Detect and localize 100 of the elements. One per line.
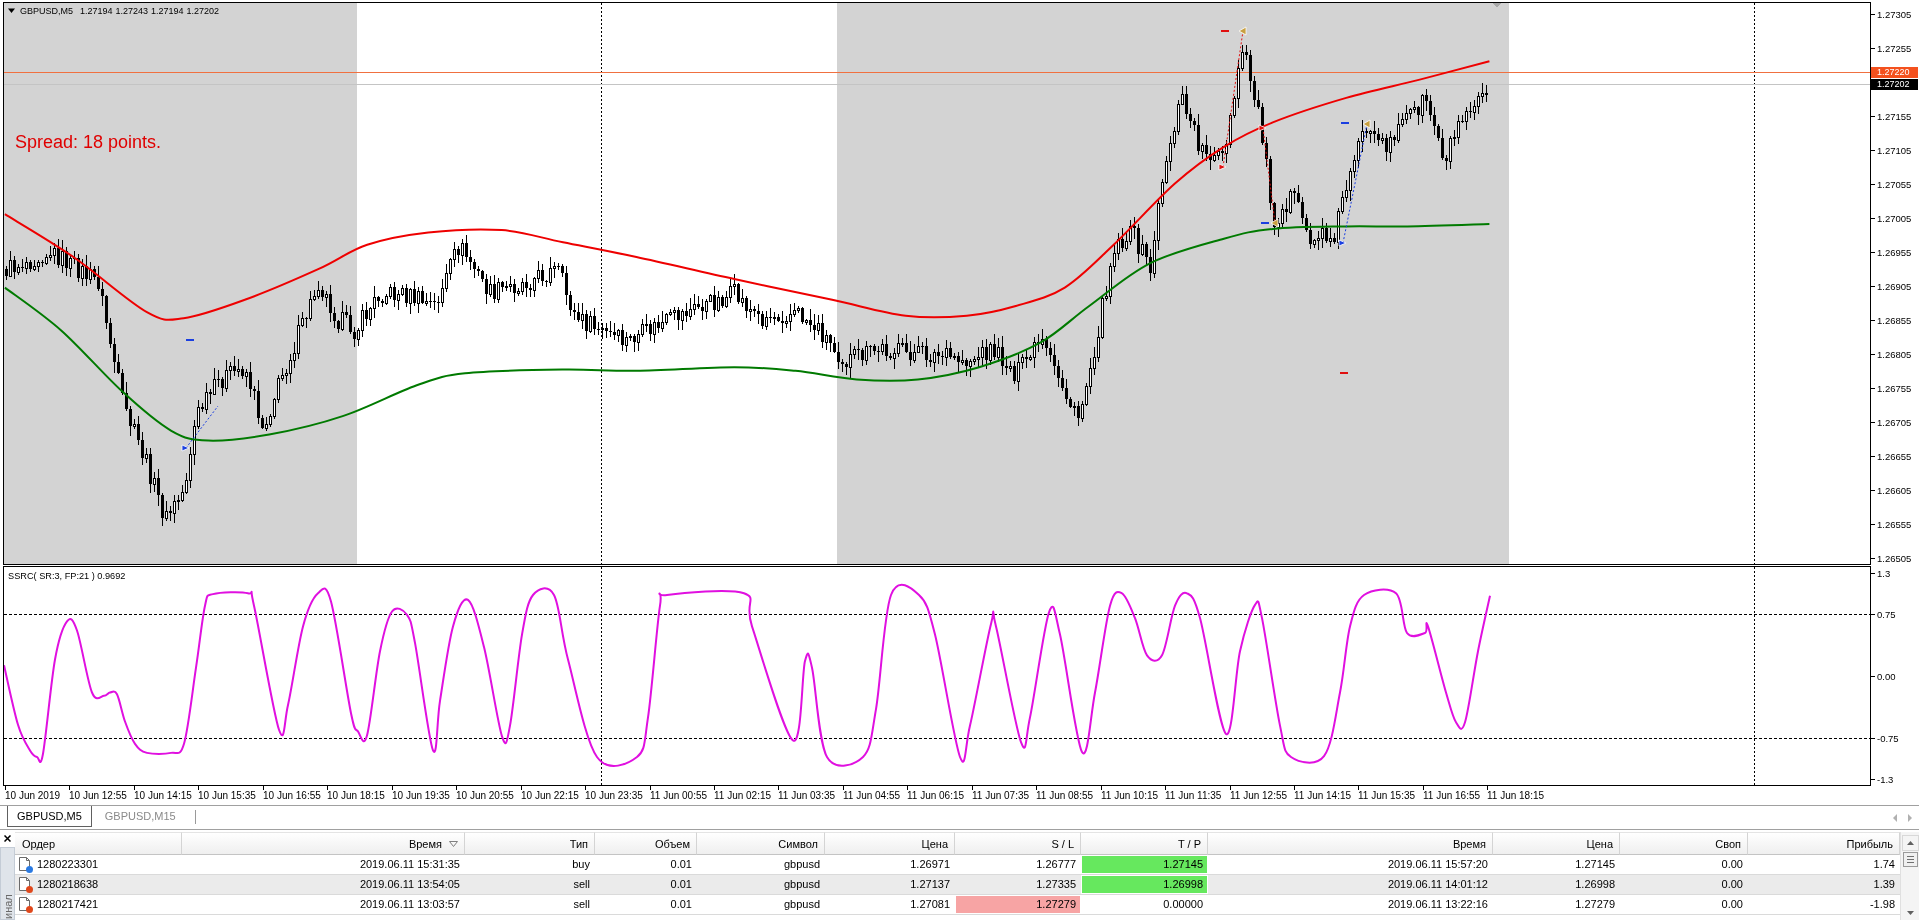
indicator-axis-label: 0.00	[1877, 670, 1896, 682]
level-mark	[1340, 372, 1348, 374]
entry-arrow-icon	[1338, 239, 1347, 247]
column-header[interactable]: Цена	[1493, 832, 1620, 855]
close-icon[interactable]	[4, 835, 11, 842]
chart-tab[interactable]: GBPUSD,M5	[7, 806, 92, 827]
price-axis-label: 1.26755	[1877, 382, 1912, 394]
time-axis-label: 11 Jun 03:35	[778, 790, 836, 801]
ohlc-value: 1.27202	[186, 5, 220, 16]
table-cell: 1.27145	[1081, 855, 1208, 874]
table-cell-text: sell	[572, 877, 591, 892]
column-header[interactable]: T / P	[1081, 832, 1208, 855]
table-cell-text: 2019.06.11 15:31:35	[358, 857, 461, 872]
column-header[interactable]: Время	[1208, 832, 1493, 855]
time-axis-label: 11 Jun 15:35	[1358, 790, 1416, 801]
time-axis-label: 11 Jun 16:55	[1423, 790, 1481, 801]
time-axis-label: 11 Jun 00:55	[650, 790, 708, 801]
chart-tab[interactable]: GBPUSD,M15	[94, 806, 186, 827]
time-axis-label: 11 Jun 04:55	[843, 790, 901, 801]
sort-icon	[449, 840, 458, 847]
price-axis-label: 1.27105	[1877, 144, 1912, 156]
time-axis-label: 10 Jun 22:15	[521, 790, 579, 801]
price-axis-label: 1.26805	[1877, 348, 1912, 360]
table-cell-text: buy	[571, 857, 591, 872]
table-cell-text: sell	[572, 897, 591, 912]
entry-arrow-icon	[181, 444, 190, 452]
table-cell-text: 2019.06.11 13:03:57	[358, 897, 461, 912]
table-cell-text: 2019.06.11 13:22:16	[1386, 897, 1489, 912]
table-cell-text: 1280218638	[37, 877, 99, 892]
time-axis-label: 10 Jun 20:55	[456, 790, 514, 801]
table-cell-text: 1.74	[1872, 857, 1896, 872]
table-cell-text: 1.26777	[1035, 857, 1077, 872]
time-axis-label: 10 Jun 23:35	[585, 790, 643, 801]
shift-marker-icon	[1493, 3, 1501, 8]
price-tag: 1.27220	[1871, 66, 1918, 78]
status-dot-icon	[26, 865, 33, 873]
entry-arrow-icon	[1258, 124, 1267, 132]
table-cell-text: 0.00	[1720, 877, 1744, 892]
time-axis-label: 11 Jun 07:35	[972, 790, 1030, 801]
price-axis-label: 1.27255	[1877, 42, 1912, 54]
time-axis-label: 10 Jun 2019	[5, 790, 61, 801]
time-axis-label: 11 Jun 14:15	[1294, 790, 1352, 801]
time-axis-label: 11 Jun 12:55	[1230, 790, 1288, 801]
table-cell-text: gbpusd	[782, 877, 821, 892]
time-axis-label: 11 Jun 10:15	[1101, 790, 1159, 801]
column-header[interactable]: Своп	[1620, 832, 1748, 855]
exit-arrow-icon	[1270, 218, 1279, 228]
table-cell-text: gbpusd	[782, 897, 821, 912]
column-header[interactable]: S / L	[955, 832, 1081, 855]
spread-label: Spread: 18 points.	[15, 132, 162, 152]
time-axis-label: 10 Jun 18:15	[327, 790, 385, 801]
table-cell-text: 1.27137	[909, 877, 951, 892]
column-header[interactable]: Ордер	[15, 832, 182, 855]
ohlc-value: 1.27194	[151, 5, 184, 16]
table-cell-text: 0.00	[1720, 897, 1744, 912]
indicator-label: SSRC( SR:3, FP:21 ) 0.9692	[8, 570, 126, 581]
time-axis-label: 11 Jun 02:15	[714, 790, 772, 801]
price-axis-label: 1.26605	[1877, 484, 1912, 496]
side-panel-tab[interactable]: инал	[0, 847, 15, 920]
indicator-axis-label: 0.75	[1877, 608, 1896, 620]
scrollbar-thumb[interactable]	[1902, 852, 1918, 867]
level-mark	[1341, 122, 1349, 124]
indicator-axis-label: -0.75	[1877, 732, 1899, 744]
table-cell-text: 1.39	[1872, 877, 1896, 892]
table-cell-text: -1.98	[1868, 897, 1896, 912]
time-axis-label: 10 Jun 12:55	[69, 790, 127, 801]
exit-arrow-icon	[1238, 26, 1247, 36]
time-axis-label: 11 Jun 08:55	[1036, 790, 1094, 801]
column-header[interactable]: Объем	[595, 832, 697, 855]
price-tag: 1.27202	[1871, 78, 1918, 90]
table-cell-text: 1.27279	[1574, 897, 1616, 912]
scroll-up-button[interactable]	[1901, 835, 1919, 851]
table-cell-text: 1.26998	[1574, 877, 1616, 892]
column-header[interactable]: Прибыль	[1748, 832, 1900, 855]
price-axis-label: 1.27055	[1877, 178, 1912, 190]
indicator-axis-label: 1.3	[1877, 567, 1891, 579]
table-cell-text: 1280223301	[37, 857, 99, 872]
price-axis-label: 1.27305	[1877, 8, 1912, 20]
level-mark	[1261, 222, 1269, 224]
column-header[interactable]: Время	[182, 832, 465, 855]
column-header[interactable]: Символ	[697, 832, 825, 855]
table-cell-text: 2019.06.11 15:57:20	[1386, 857, 1489, 872]
price-axis-label: 1.27005	[1877, 212, 1912, 224]
level-mark	[186, 339, 194, 341]
indicator-axis-label: -1.3	[1877, 773, 1894, 785]
price-axis-label: 1.26855	[1877, 314, 1912, 326]
column-header[interactable]: Цена	[825, 832, 955, 855]
column-header[interactable]: Тип	[465, 832, 595, 855]
table-row[interactable]: 1280217421 2019.06.11 13:03:57 sell 0.01 gbpusd 1.27081 1.27279 0.00000 2019.06.11 13:22:16 1.27279 0.00 -1.98	[15, 895, 1900, 915]
ohlc-value: 1.27243	[115, 5, 149, 16]
time-axis-label: 11 Jun 06:15	[907, 790, 965, 801]
table-cell-text: 2019.06.11 14:01:12	[1386, 877, 1489, 892]
table-cell-text: 1.27081	[909, 897, 951, 912]
table-row[interactable]: 1280218638 2019.06.11 13:54:05 sell 0.01 gbpusd 1.27137 1.27335 1.26998 2019.06.11 14:01:12 1.26998 0.00 1.39	[15, 875, 1900, 895]
status-dot-icon	[26, 885, 33, 893]
price-axis-label: 1.26905	[1877, 280, 1912, 292]
table-cell: 1.26998	[1081, 875, 1208, 894]
dropdown-triangle-icon[interactable]	[8, 8, 15, 13]
price-axis-label: 1.26505	[1877, 552, 1912, 564]
time-axis-label: 11 Jun 11:35	[1165, 790, 1222, 801]
